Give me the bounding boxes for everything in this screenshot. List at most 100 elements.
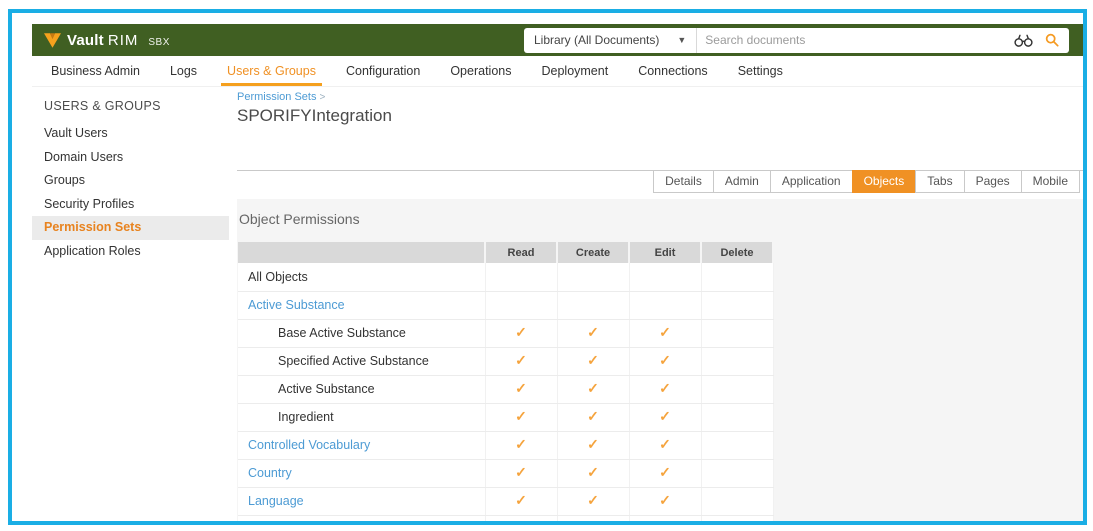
permission-cell-delete [701, 375, 773, 403]
sidebar-title: USERS & GROUPS [32, 89, 229, 122]
check-icon: ✓ [587, 436, 599, 452]
object-permissions-panel: Object Permissions ReadCreateEditDeleteA… [237, 199, 1083, 525]
check-icon: ✓ [515, 464, 527, 480]
check-icon: ✓ [659, 352, 671, 368]
object-link-language[interactable]: Language [248, 494, 304, 508]
tab-application[interactable]: Application [770, 170, 853, 193]
permission-cell-edit: ✓ [629, 487, 701, 515]
search-scope-dropdown[interactable]: Library (All Documents) ▼ [524, 28, 696, 53]
permission-cell-create: ✓ [557, 319, 629, 347]
permission-cell-delete [701, 515, 773, 525]
permission-cell-create: ✓ [557, 403, 629, 431]
check-icon: ✓ [587, 380, 599, 396]
object-row-organization: Organization✓✓✓ [238, 515, 773, 525]
permission-cell-delete [701, 459, 773, 487]
nav-tab-logs[interactable]: Logs [164, 56, 203, 86]
vault-logo[interactable]: Vault RIM SBX [44, 32, 170, 49]
permission-cell-edit: ✓ [629, 459, 701, 487]
primary-nav: Business Admin Logs Users & Groups Configur… [32, 56, 1083, 87]
search-icons [1004, 33, 1069, 47]
object-link-organization[interactable]: Organization [248, 522, 319, 525]
permission-cell-edit [629, 263, 701, 291]
search-input[interactable] [697, 33, 1004, 47]
tab-pages[interactable]: Pages [964, 170, 1022, 193]
breadcrumb-separator: > [319, 92, 325, 103]
breadcrumb-link[interactable]: Permission Sets [237, 91, 316, 103]
object-name: Controlled Vocabulary [238, 431, 485, 459]
permission-cell-delete [701, 403, 773, 431]
permission-cell-create: ✓ [557, 487, 629, 515]
sidebar-item-groups[interactable]: Groups [32, 169, 229, 193]
check-icon: ✓ [659, 492, 671, 508]
permission-cell-edit: ✓ [629, 319, 701, 347]
object-row-active-substance: Active Substance [238, 291, 773, 319]
screenshot-frame: Vault RIM SBX Library (All Documents) ▼ [8, 9, 1087, 525]
permission-cell-read: ✓ [485, 459, 557, 487]
permission-cell-read: ✓ [485, 487, 557, 515]
tab-tabs[interactable]: Tabs [915, 170, 964, 193]
check-icon: ✓ [659, 324, 671, 340]
breadcrumb: Permission Sets> [237, 91, 1083, 103]
col-header-create: Create [557, 242, 629, 263]
permission-cell-delete [701, 431, 773, 459]
permission-cell-delete [701, 347, 773, 375]
nav-tab-users-groups[interactable]: Users & Groups [221, 56, 322, 86]
object-row-base-active-substance: Base Active Substance✓✓✓ [238, 319, 773, 347]
object-link-controlled-vocabulary[interactable]: Controlled Vocabulary [248, 438, 370, 452]
object-row-active-substance: Active Substance✓✓✓ [238, 375, 773, 403]
permission-cell-create: ✓ [557, 515, 629, 525]
binoculars-icon[interactable] [1014, 34, 1033, 47]
global-search: Library (All Documents) ▼ [524, 28, 1069, 53]
nav-tab-configuration[interactable]: Configuration [340, 56, 426, 86]
vault-app: Vault RIM SBX Library (All Documents) ▼ [32, 24, 1083, 521]
tab-objects[interactable]: Objects [852, 170, 917, 193]
permission-cell-read: ✓ [485, 347, 557, 375]
object-row-language: Language ✓ ✓ ✓ [238, 487, 773, 515]
tab-details[interactable]: Details [653, 170, 714, 193]
nav-tab-connections[interactable]: Connections [632, 56, 714, 86]
object-name: Active Substance [238, 375, 485, 403]
check-icon: ✓ [587, 464, 599, 480]
sidebar-item-application-roles[interactable]: Application Roles [32, 240, 229, 264]
permission-cell-edit: ✓ [629, 431, 701, 459]
permission-cell-edit: ✓ [629, 515, 701, 525]
permission-cell-delete [701, 487, 773, 515]
permission-cell-edit: ✓ [629, 403, 701, 431]
permission-cell-read [485, 263, 557, 291]
permission-cell-create: ✓ [557, 431, 629, 459]
nav-tab-operations[interactable]: Operations [444, 56, 517, 86]
sidebar-item-security-profiles[interactable]: Security Profiles [32, 193, 229, 217]
sidebar-item-permission-sets[interactable]: Permission Sets [32, 216, 229, 240]
permission-cell-create [557, 263, 629, 291]
object-row-controlled-vocabulary: Controlled Vocabulary ✓ ✓ ✓ [238, 431, 773, 459]
permission-cell-read: ✓ [485, 515, 557, 525]
check-icon: ✓ [659, 380, 671, 396]
col-header-read: Read [485, 242, 557, 263]
tab-mobile[interactable]: Mobile [1021, 170, 1080, 193]
object-link-country[interactable]: Country [248, 466, 292, 480]
sidebar-item-vault-users[interactable]: Vault Users [32, 122, 229, 146]
check-icon: ✓ [515, 324, 527, 340]
col-header-edit: Edit [629, 242, 701, 263]
object-name: Language [238, 487, 485, 515]
object-link-active-substance[interactable]: Active Substance [248, 298, 345, 312]
check-icon: ✓ [659, 464, 671, 480]
permission-cell-create [557, 291, 629, 319]
check-icon: ✓ [659, 520, 671, 525]
section-title: Object Permissions [239, 211, 1083, 227]
permission-cell-edit: ✓ [629, 375, 701, 403]
object-row-all-objects: All Objects [238, 263, 773, 291]
permission-cell-read: ✓ [485, 431, 557, 459]
tab-admin[interactable]: Admin [713, 170, 771, 193]
check-icon: ✓ [587, 492, 599, 508]
nav-tab-deployment[interactable]: Deployment [535, 56, 614, 86]
chevron-down-icon: ▼ [677, 35, 686, 45]
permission-cell-delete [701, 291, 773, 319]
sidebar-item-domain-users[interactable]: Domain Users [32, 146, 229, 170]
product-name: RIM [108, 32, 139, 49]
search-icon[interactable] [1045, 33, 1059, 47]
main-content: Permission Sets> SPORIFYIntegration Deta… [229, 87, 1083, 520]
permission-cell-create: ✓ [557, 375, 629, 403]
nav-tab-settings[interactable]: Settings [732, 56, 789, 86]
nav-tab-business-admin[interactable]: Business Admin [45, 56, 146, 86]
